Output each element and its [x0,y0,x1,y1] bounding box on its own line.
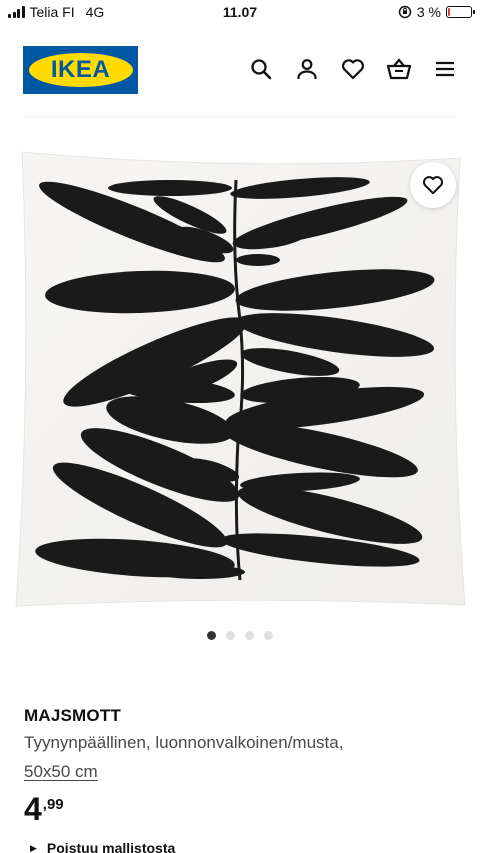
carousel-dot[interactable] [226,631,235,640]
heart-icon[interactable] [340,56,366,82]
logo-text: IKEA [50,56,111,83]
carousel-dot[interactable] [207,631,216,640]
discontinued-notice[interactable]: ▶ Poistuu mallistosta [30,840,175,853]
carousel-dot[interactable] [264,631,273,640]
battery-fill [448,8,450,16]
product-size-link[interactable]: 50x50 cm [24,762,98,782]
product-name: MAJSMOTT [24,706,121,725]
site-header: IKEA [0,44,480,100]
ikea-logo[interactable]: IKEA [23,46,138,94]
heart-outline-icon [422,176,444,195]
logo-oval: IKEA [28,53,133,87]
user-icon[interactable] [294,56,320,82]
carousel-dots [0,631,480,640]
triangle-right-icon: ▶ [30,842,37,853]
price-integer: 4 [24,791,42,827]
battery-percent: 3 % [416,4,441,20]
product-description: Tyynynpäällinen, luonnonvalkoinen/musta, [24,733,344,752]
orientation-lock-icon [398,5,412,19]
wishlist-button[interactable] [410,162,456,208]
notice-text: Poistuu mallistosta [46,840,176,853]
header-divider [24,116,456,117]
carousel-dot[interactable] [245,631,254,640]
search-icon[interactable] [248,56,274,82]
product-price: 4 ,99 [24,792,64,826]
price-decimal: ,99 [42,796,64,813]
header-icons [248,56,458,82]
status-right: 3 % [398,4,475,20]
menu-icon[interactable] [432,56,458,82]
basket-icon[interactable] [386,56,412,82]
status-bar: Telia FI 4G 11.07 3 % [0,0,480,26]
battery-icon [446,6,475,18]
product-image[interactable] [0,140,480,620]
